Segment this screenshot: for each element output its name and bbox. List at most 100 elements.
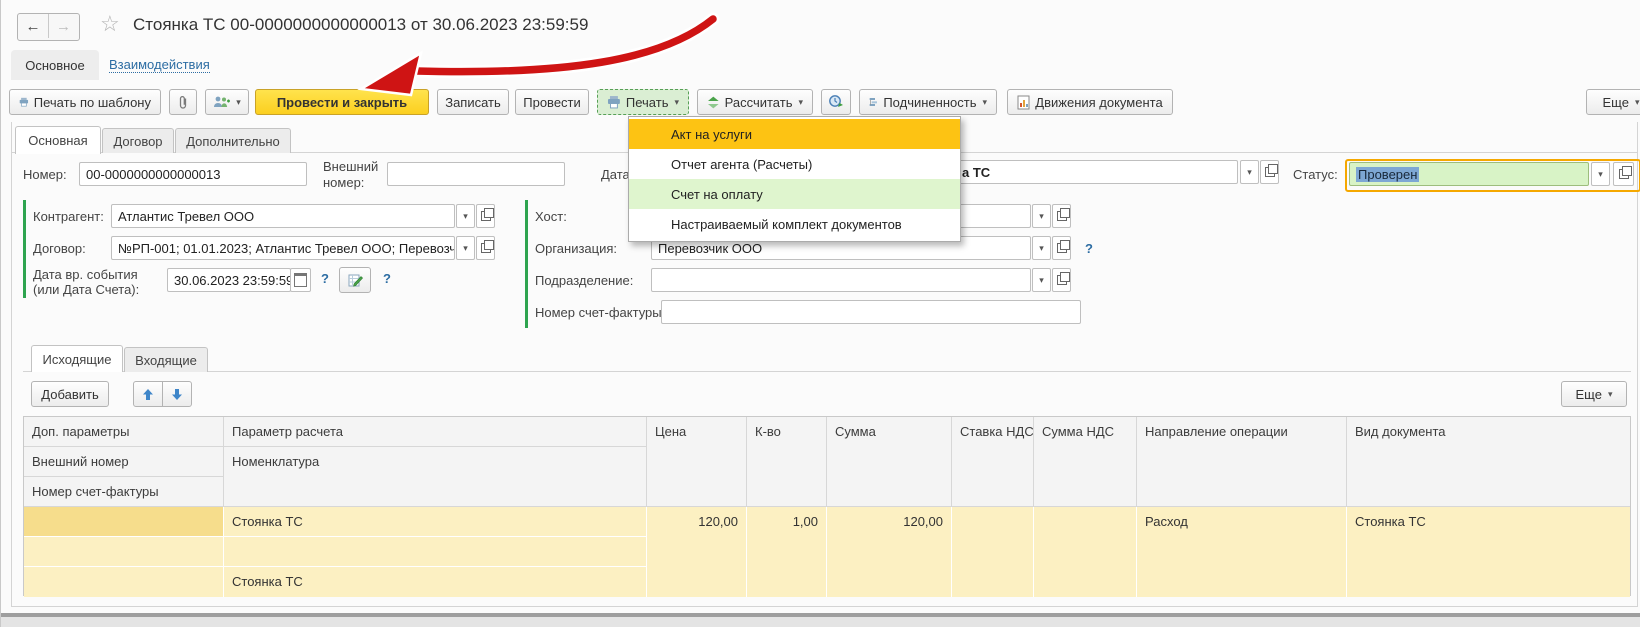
back-button[interactable]: ← xyxy=(18,14,49,38)
favorite-star-icon[interactable]: ☆ xyxy=(100,11,120,37)
contract-dropdown-button[interactable]: ▾ xyxy=(456,236,475,260)
grid-more-button[interactable]: Еще▾ xyxy=(1561,381,1627,407)
organization-help-icon[interactable]: ? xyxy=(1085,241,1093,256)
column-header[interactable]: Номенклатура xyxy=(224,447,647,477)
sub-tab-incoming[interactable]: Входящие xyxy=(124,347,208,372)
table-cell-vat-rate[interactable] xyxy=(952,507,1034,597)
panel-border-right xyxy=(1637,122,1638,606)
counterparty-open-button[interactable] xyxy=(476,204,495,228)
dropdown-caret-icon: ▾ xyxy=(236,97,241,108)
panel-border-bottom xyxy=(11,606,1638,607)
post-and-close-button[interactable]: Провести и закрыть xyxy=(255,89,429,115)
print-by-template-button[interactable]: Печать по шаблону xyxy=(9,89,161,115)
column-header[interactable]: Номер счет-фактуры xyxy=(24,477,224,507)
form-tab-additional[interactable]: Дополнительно xyxy=(175,128,291,153)
external-number-field[interactable] xyxy=(387,162,565,186)
table-cell[interactable] xyxy=(24,567,224,597)
table-cell[interactable]: Стоянка ТС xyxy=(224,507,647,537)
department-label: Подразделение: xyxy=(535,273,633,288)
menu-item-agent-report[interactable]: Отчет агента (Расчеты) xyxy=(629,149,960,179)
post-button[interactable]: Провести xyxy=(515,89,589,115)
table-cell-total[interactable]: 120,00 xyxy=(827,507,952,597)
counterparty-field[interactable]: Атлантис Тревел ООО xyxy=(111,204,455,228)
add-row-button[interactable]: Добавить xyxy=(31,381,109,407)
counterparty-dropdown-button[interactable]: ▾ xyxy=(456,204,475,228)
menu-item-custom-set[interactable]: Настраиваемый комплект документов xyxy=(629,209,960,239)
menu-item-invoice-payment[interactable]: Счет на оплату xyxy=(629,179,960,209)
organization-open-button[interactable] xyxy=(1052,236,1071,260)
save-button[interactable]: Записать xyxy=(437,89,509,115)
department-field[interactable] xyxy=(651,268,1031,292)
menu-item-act-services[interactable]: Акт на услуги xyxy=(629,119,960,149)
attachments-button[interactable] xyxy=(169,89,197,115)
column-header[interactable]: Доп. параметры xyxy=(24,417,224,447)
table-cell-price[interactable]: 120,00 xyxy=(647,507,747,597)
arrow-up-icon xyxy=(142,388,154,401)
clock-refresh-icon xyxy=(828,94,844,110)
schedule-help-icon[interactable]: ? xyxy=(383,271,391,286)
host-dropdown-button[interactable]: ▾ xyxy=(1032,204,1051,228)
contract-label: Договор: xyxy=(33,241,86,256)
refresh-timer-button[interactable] xyxy=(821,89,851,115)
subordination-button[interactable]: Подчиненность▾ xyxy=(859,89,997,115)
form-tab-main[interactable]: Основная xyxy=(15,126,101,154)
table-cell[interactable] xyxy=(224,537,647,567)
invoice-number-field[interactable] xyxy=(661,300,1081,324)
arrow-down-icon xyxy=(171,388,183,401)
toolbar-more-button[interactable]: Еще▾ xyxy=(1586,89,1640,115)
status-open-button[interactable] xyxy=(1613,162,1634,186)
operation-type-dropdown-button[interactable]: ▾ xyxy=(1240,160,1259,184)
table-cell-qty[interactable]: 1,00 xyxy=(747,507,827,597)
column-header[interactable]: Сумма xyxy=(827,417,952,507)
open-icon xyxy=(481,243,491,253)
table-cell-direction[interactable]: Расход xyxy=(1137,507,1347,597)
department-dropdown-button[interactable]: ▾ xyxy=(1032,268,1051,292)
operation-type-open-button[interactable] xyxy=(1260,160,1279,184)
column-header[interactable]: Сумма НДС xyxy=(1034,417,1137,507)
table-cell-doc-kind[interactable]: Стоянка ТС xyxy=(1347,507,1630,597)
department-open-button[interactable] xyxy=(1052,268,1071,292)
table-cell[interactable] xyxy=(24,537,224,567)
column-header[interactable]: Параметр расчета xyxy=(224,417,647,447)
column-header[interactable]: К-во xyxy=(747,417,827,507)
organization-dropdown-button[interactable]: ▾ xyxy=(1032,236,1051,260)
counterparty-label: Контрагент: xyxy=(33,209,104,224)
event-date-help-icon[interactable]: ? xyxy=(321,271,329,286)
dropdown-caret-icon: ▾ xyxy=(1608,389,1613,400)
dropdown-caret-icon: ▾ xyxy=(1247,167,1252,178)
host-open-button[interactable] xyxy=(1052,204,1071,228)
below-window-area xyxy=(1,617,1640,627)
event-date-field[interactable]: 30.06.2023 23:59:59 xyxy=(167,268,291,292)
open-icon xyxy=(1057,243,1067,253)
column-header[interactable]: Внешний номер xyxy=(24,447,224,477)
edit-schedule-button[interactable] xyxy=(339,267,371,293)
nav-tab-main[interactable]: Основное xyxy=(11,50,99,80)
event-date-calendar-button[interactable] xyxy=(290,268,311,292)
status-field[interactable]: Проверен xyxy=(1349,162,1589,186)
doc-movements-button[interactable]: Движения документа xyxy=(1007,89,1173,115)
move-row-up-button[interactable] xyxy=(133,381,163,407)
form-tab-contract[interactable]: Договор xyxy=(102,128,174,153)
number-field[interactable]: 00-0000000000000013 xyxy=(79,162,307,186)
status-dropdown-button[interactable]: ▾ xyxy=(1591,162,1610,186)
move-row-down-button[interactable] xyxy=(162,381,192,407)
column-header[interactable]: Ставка НДС xyxy=(952,417,1034,507)
contract-open-button[interactable] xyxy=(476,236,495,260)
print-menu-button[interactable]: Печать▾ xyxy=(597,89,689,115)
nav-tab-interactions[interactable]: Взаимодействия xyxy=(109,57,210,72)
table-cell-vat-total[interactable] xyxy=(1034,507,1137,597)
column-header[interactable]: Вид документа xyxy=(1347,417,1630,507)
back-icon: ← xyxy=(26,18,41,35)
table-cell-selected[interactable] xyxy=(24,507,224,537)
assignees-button[interactable]: ▾ xyxy=(205,89,249,115)
contract-field[interactable]: №РП-001; 01.01.2023; Атлантис Тревел ООО… xyxy=(111,236,455,260)
status-label: Статус: xyxy=(1293,167,1338,182)
column-header[interactable]: Цена xyxy=(647,417,747,507)
column-header[interactable]: Направление операции xyxy=(1137,417,1347,507)
column-header[interactable] xyxy=(224,477,647,507)
sub-tab-outgoing[interactable]: Исходящие xyxy=(31,345,123,372)
printer-icon xyxy=(607,95,621,109)
calculate-button[interactable]: Рассчитать▾ xyxy=(697,89,813,115)
table-cell[interactable]: Стоянка ТС xyxy=(224,567,647,597)
forward-button[interactable]: → xyxy=(49,14,78,38)
